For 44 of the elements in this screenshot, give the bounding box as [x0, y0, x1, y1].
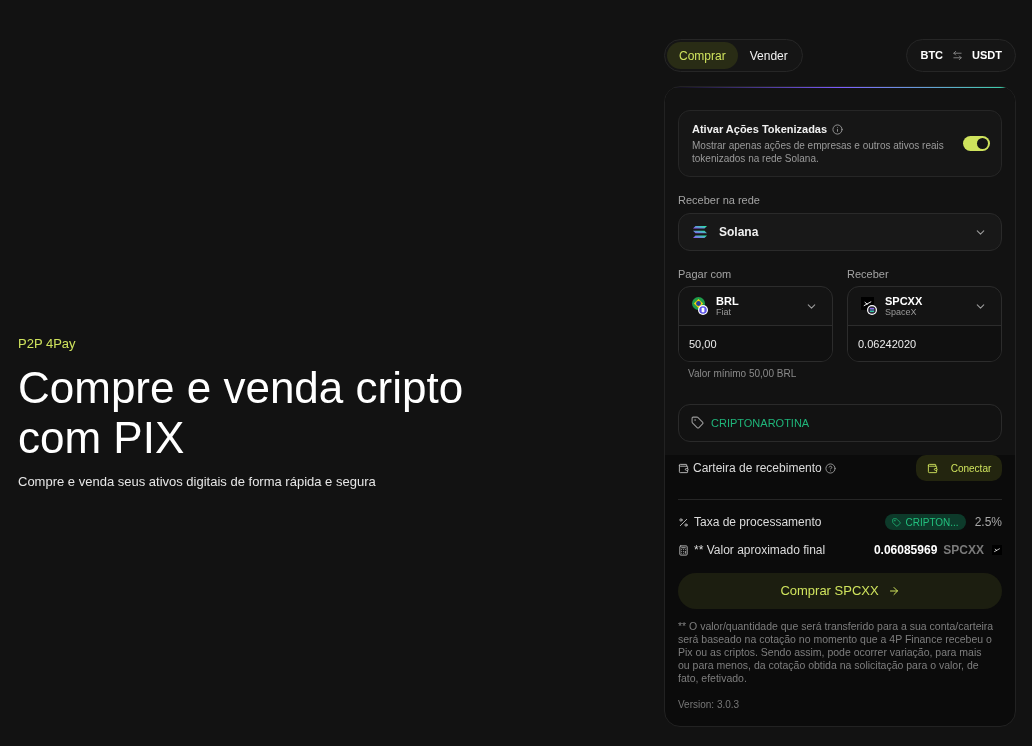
disclaimer-text: ** O valor/quantidade que será transferido para a sua conta/carteira será baseado na cotação no momento que a 4P Finance recebeu o Pix ou as criptos. Sendo assim, pode ocorrer variação, para mais ou para menos, da cotação obtida na solicitação para o valor, de fato, efetivado.	[678, 620, 995, 685]
tag-icon	[892, 517, 902, 527]
fee-value: 2.5%	[974, 514, 1002, 531]
network-label: Receber na rede	[678, 193, 761, 207]
mode-tab[interactable]: Comprar	[667, 42, 738, 69]
field-label: Receber	[847, 267, 890, 281]
wallet-icon	[678, 462, 689, 474]
wallet-label: Carteira de recebimento	[693, 460, 822, 477]
wallet-icon	[926, 462, 938, 474]
badge-icon	[867, 305, 877, 315]
hero-subtitle: Compre e venda seus ativos digitais de forma rápida e segura	[18, 474, 376, 490]
asset-select[interactable]: SPCXX SpaceX	[848, 287, 1001, 325]
toggle-switch[interactable]	[963, 136, 990, 151]
asset-select[interactable]: BRL Fiat	[679, 287, 832, 325]
minimum-hint: Valor mínimo 50,00 BRL	[687, 368, 798, 380]
coupon-input[interactable]: CRIPTONAROTINA	[678, 404, 1002, 442]
token-logo-icon	[992, 545, 1002, 555]
pair-button[interactable]: BTC USDT	[906, 39, 1016, 72]
help-icon	[824, 462, 836, 474]
total-value: 0.06085969	[873, 542, 938, 559]
amount-input[interactable]: 0.06242020	[848, 326, 1001, 361]
eyebrow-label: P2P 4Pay	[18, 336, 76, 352]
swap-arrows-icon	[952, 50, 964, 61]
total-label: ** Valor aproximado final	[694, 542, 826, 559]
mode-tab[interactable]: Vender	[737, 42, 800, 69]
connect-button[interactable]: Conectar	[916, 455, 1002, 481]
badge-icon	[698, 305, 708, 315]
total-unit: SPCXX	[943, 542, 984, 559]
network-select[interactable]: Solana	[678, 213, 1002, 251]
submit-button[interactable]: Comprar SPCXX	[678, 573, 1002, 609]
tag-icon	[691, 416, 704, 429]
info-icon	[832, 123, 844, 135]
percent-icon	[678, 516, 689, 528]
toggle-title: Ativar Ações Tokenizadas	[692, 122, 828, 136]
calculator-icon	[678, 544, 689, 556]
hero-title: Compre e venda cripto com PIX	[18, 363, 465, 463]
arrow-right-icon	[887, 585, 900, 597]
fee-label: Taxa de processamento	[694, 514, 822, 531]
field-label: Pagar com	[678, 267, 733, 281]
coupon-badge: CRIPTON...	[885, 514, 966, 530]
version-label: Version: 3.0.3	[678, 698, 741, 711]
network-logo-icon	[693, 226, 707, 238]
amount-input[interactable]: 50,00	[679, 326, 832, 361]
toggle-description: Mostrar apenas ações de empresas e outros ativos reais tokenizados na rede Solana.	[692, 139, 945, 165]
